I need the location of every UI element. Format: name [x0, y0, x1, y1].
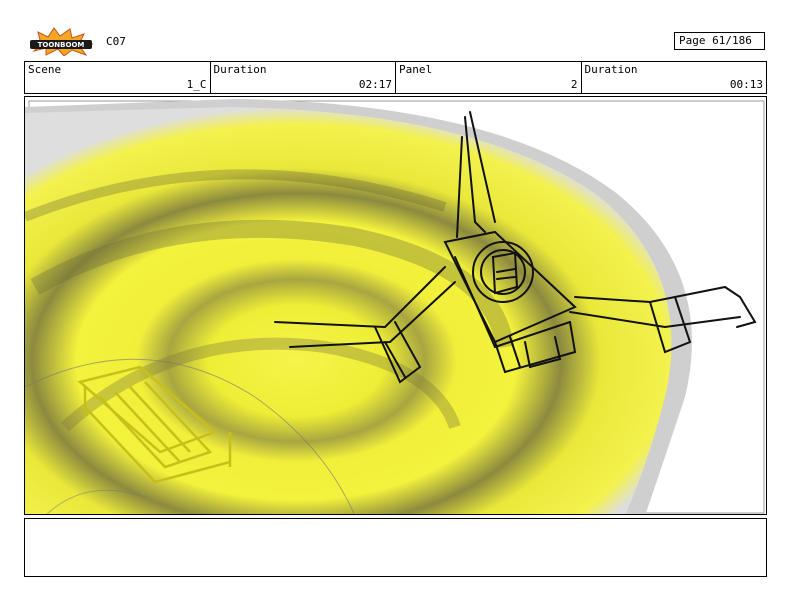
scene-value: 1_C: [186, 78, 207, 91]
scene-duration-value: 02:17: [358, 78, 392, 91]
page-value: 61/186: [712, 34, 752, 47]
panel-duration-field: Duration 00:13: [582, 62, 767, 93]
panel-duration-value: 00:13: [729, 78, 763, 91]
sequence-code: C07: [106, 35, 126, 48]
panel-label: Panel: [399, 63, 433, 76]
scene-label: Scene: [28, 63, 62, 76]
scene-duration-field: Duration 02:17: [211, 62, 396, 93]
storyboard-panel-image: [24, 96, 767, 515]
panel-sketch: [25, 97, 766, 514]
panel-notes-box: [24, 518, 767, 577]
panel-info-bar: Scene 1_C Duration 02:17 Panel 2 Duratio…: [24, 61, 767, 94]
toonboom-logo: TOONBOOM: [26, 26, 96, 57]
page-indicator: Page 61/186: [674, 32, 765, 50]
scene-duration-label: Duration: [213, 63, 267, 76]
panel-duration-label: Duration: [584, 63, 638, 76]
logo-lettering: TOONBOOM: [38, 41, 85, 49]
panel-value: 2: [570, 78, 578, 91]
scene-field: Scene 1_C: [25, 62, 211, 93]
panel-field: Panel 2: [396, 62, 582, 93]
page-label: Page: [679, 34, 706, 47]
